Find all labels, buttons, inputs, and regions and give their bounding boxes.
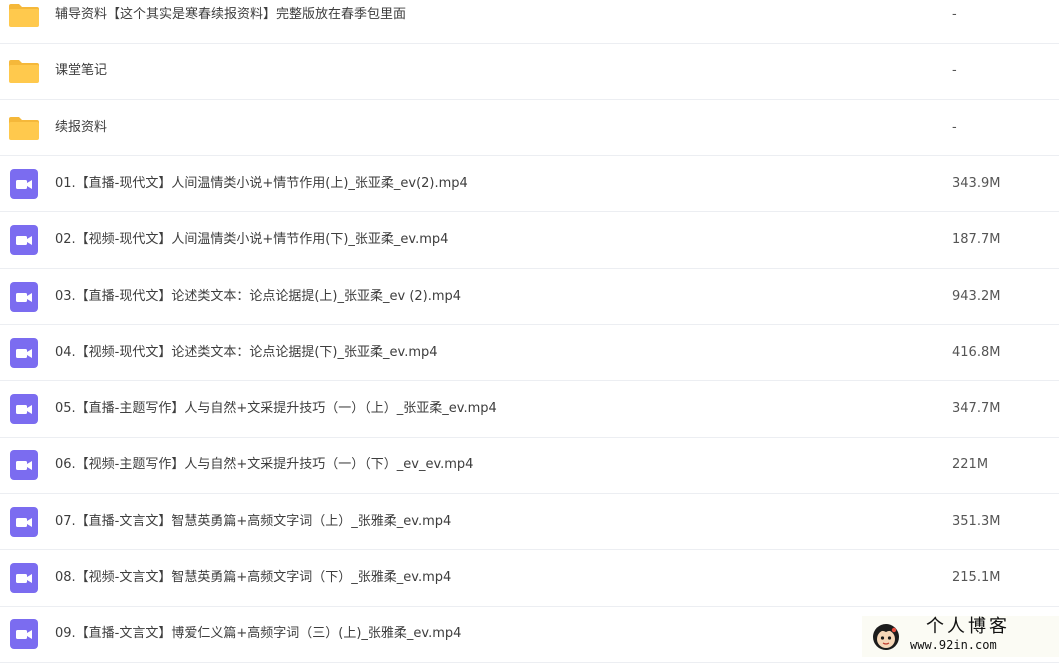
file-row[interactable]: 06.【视频-主题写作】人与自然+文采提升技巧（一）（下）_ev_ev.mp4 2… bbox=[0, 438, 1059, 494]
file-name[interactable]: 续报资料 bbox=[55, 120, 107, 136]
folder-icon bbox=[9, 4, 39, 27]
file-size: 221M bbox=[952, 457, 989, 473]
file-row[interactable]: 03.【直播-现代文】论述类文本：论点论据提(上)_张亚柔_ev (2).mp4… bbox=[0, 269, 1059, 325]
cartoon-avatar-icon bbox=[873, 624, 899, 650]
file-name[interactable]: 02.【视频-现代文】人间温情类小说+情节作用(下)_张亚柔_ev.mp4 bbox=[55, 232, 448, 248]
video-file-icon bbox=[10, 563, 38, 593]
file-name[interactable]: 01.【直播-现代文】人间温情类小说+情节作用(上)_张亚柔_ev(2).mp4 bbox=[55, 176, 468, 192]
file-size: - bbox=[952, 7, 957, 22]
folder-row[interactable]: 课堂笔记 - bbox=[0, 44, 1059, 100]
file-name[interactable]: 课堂笔记 bbox=[55, 63, 107, 79]
file-size: 343.9M bbox=[952, 175, 1001, 191]
folder-row[interactable]: 辅导资料【这个其实是寒春续报资料】完整版放在春季包里面 - bbox=[0, 0, 1059, 44]
file-size: 351.3M bbox=[952, 513, 1001, 529]
file-row[interactable]: 05.【直播-主题写作】人与自然+文采提升技巧（一）（上）_张亚柔_ev.mp4… bbox=[0, 382, 1059, 438]
file-row[interactable]: 07.【直播-文言文】智慧英勇篇+高频文字词（上）_张雅柔_ev.mp4 351.… bbox=[0, 494, 1059, 551]
file-name[interactable]: 06.【视频-主题写作】人与自然+文采提升技巧（一）（下）_ev_ev.mp4 bbox=[55, 457, 473, 473]
file-name[interactable]: 04.【视频-现代文】论述类文本：论点论据提(下)_张亚柔_ev.mp4 bbox=[55, 345, 438, 361]
blog-watermark: 个人博客 www.92in.com bbox=[862, 616, 1059, 657]
file-size: - bbox=[952, 119, 957, 135]
file-size: 416.8M bbox=[952, 344, 1001, 360]
video-file-icon bbox=[10, 506, 38, 537]
file-size: 215.1M bbox=[952, 570, 1001, 585]
video-file-icon bbox=[10, 394, 38, 425]
video-file-icon bbox=[10, 281, 38, 312]
file-size: 943.2M bbox=[952, 288, 1001, 304]
file-row[interactable]: 01.【直播-现代文】人间温情类小说+情节作用(上)_张亚柔_ev(2).mp4… bbox=[0, 156, 1059, 213]
video-file-icon bbox=[10, 337, 38, 368]
video-file-icon bbox=[10, 225, 38, 256]
file-row[interactable]: 08.【视频-文言文】智慧英勇篇+高频文字词（下）_张雅柔_ev.mp4 215.… bbox=[0, 551, 1059, 607]
file-name[interactable]: 03.【直播-现代文】论述类文本：论点论据提(上)_张亚柔_ev (2).mp4 bbox=[55, 289, 461, 305]
video-file-icon bbox=[10, 450, 38, 481]
file-size: 187.7M bbox=[952, 232, 1001, 248]
video-file-icon bbox=[10, 168, 38, 199]
file-row[interactable]: 02.【视频-现代文】人间温情类小说+情节作用(下)_张亚柔_ev.mp4 187… bbox=[0, 213, 1059, 269]
video-file-icon bbox=[10, 619, 38, 650]
watermark-title: 个人博客 bbox=[926, 616, 1010, 637]
file-size: 347.7M bbox=[952, 401, 1001, 417]
file-name[interactable]: 辅导资料【这个其实是寒春续报资料】完整版放在春季包里面 bbox=[55, 7, 406, 23]
file-name[interactable]: 08.【视频-文言文】智慧英勇篇+高频文字词（下）_张雅柔_ev.mp4 bbox=[55, 570, 451, 586]
file-name[interactable]: 05.【直播-主题写作】人与自然+文采提升技巧（一）（上）_张亚柔_ev.mp4 bbox=[55, 401, 497, 417]
file-size: - bbox=[952, 63, 957, 79]
folder-row[interactable]: 续报资料 - bbox=[0, 100, 1059, 157]
file-row[interactable]: 04.【视频-现代文】论述类文本：论点论据提(下)_张亚柔_ev.mp4 416.… bbox=[0, 325, 1059, 382]
folder-icon bbox=[9, 60, 39, 84]
watermark-url: www.92in.com bbox=[910, 638, 997, 652]
folder-icon bbox=[9, 116, 39, 140]
file-name[interactable]: 09.【直播-文言文】博爱仁义篇+高频字词（三）(上)_张雅柔_ev.mp4 bbox=[55, 626, 461, 642]
file-name[interactable]: 07.【直播-文言文】智慧英勇篇+高频文字词（上）_张雅柔_ev.mp4 bbox=[55, 514, 451, 530]
